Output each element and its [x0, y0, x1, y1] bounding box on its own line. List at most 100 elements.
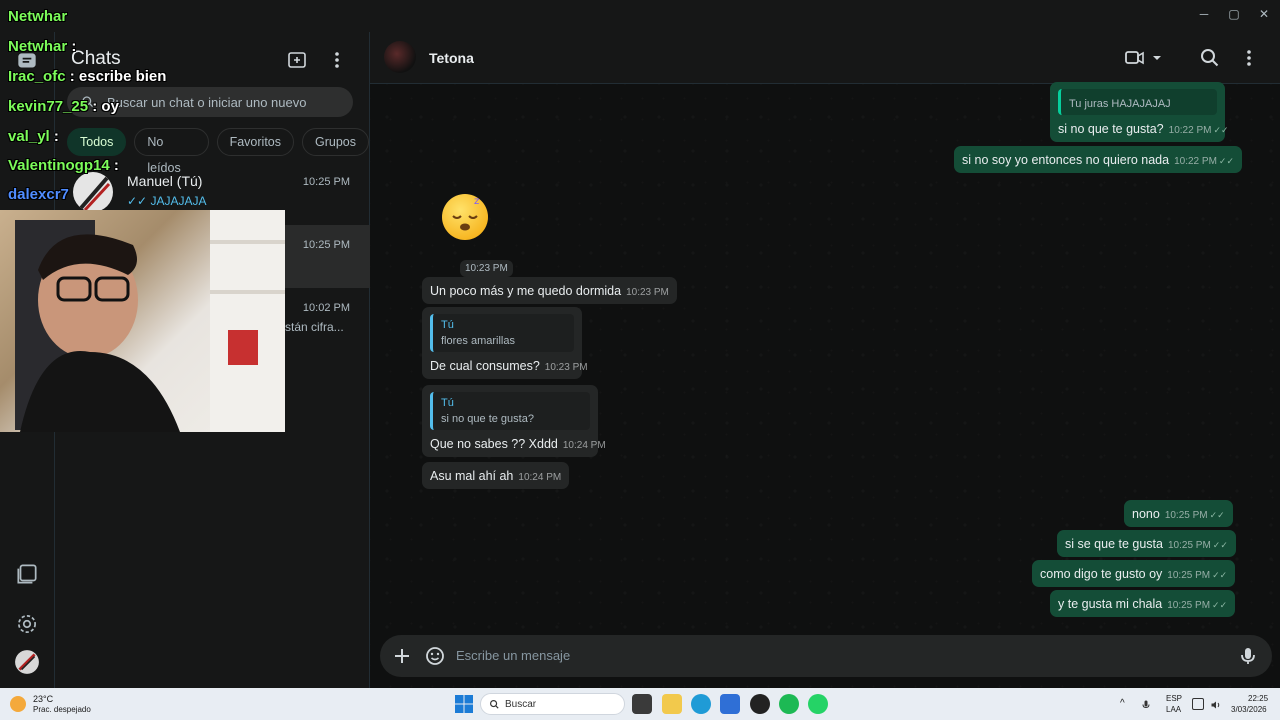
weather-temp[interactable]: 23°C [33, 694, 53, 704]
message-text: Un poco más y me quedo dormida [430, 284, 622, 298]
read-receipt-icon: ✓✓ [1212, 600, 1228, 610]
read-receipt-icon: ✓✓ [1212, 540, 1228, 550]
read-receipt-icon: ✓✓ [1209, 510, 1225, 520]
chat-time: 10:02 PM [302, 302, 350, 314]
filter-todos[interactable]: Todos [67, 128, 127, 156]
message-outgoing[interactable]: como digo te gusto oy 10:25 PM ✓✓ [1032, 560, 1236, 587]
media-icon[interactable] [14, 561, 40, 587]
message-text: nono [1132, 507, 1160, 521]
filter-favoritos[interactable]: Favoritos [216, 128, 294, 156]
close-button[interactable]: ✕ [1252, 4, 1276, 24]
menu-kebab-icon[interactable] [1237, 46, 1261, 70]
input-language[interactable]: ESP [1166, 694, 1182, 703]
message-incoming[interactable]: Un poco más y me quedo dormida 10:23 PM [422, 277, 677, 304]
new-chat-icon[interactable] [285, 48, 309, 72]
quoted-message[interactable]: Tú flores amarillas [430, 314, 574, 352]
message-text: De cual consumes? [430, 359, 540, 373]
message-incoming[interactable]: Asu mal ahí ah 10:24 PM [422, 462, 570, 489]
message-time: 10:25 PM [1167, 570, 1211, 581]
weather-icon[interactable] [10, 696, 26, 712]
search-icon[interactable] [1198, 46, 1222, 70]
taskbar-search-input[interactable]: Buscar [480, 693, 625, 715]
quoted-message[interactable]: Tu juras HAJAJAJAJ [1058, 89, 1217, 115]
filter-grupos[interactable]: Grupos [302, 128, 369, 156]
clock-time[interactable]: 22:25 [1248, 694, 1268, 703]
settings-icon[interactable] [14, 611, 40, 637]
network-icon[interactable] [1192, 698, 1204, 710]
search-icon [490, 700, 499, 709]
attach-plus-icon[interactable] [390, 644, 414, 668]
streamer-webcam [0, 210, 285, 432]
task-view-icon[interactable] [632, 694, 652, 714]
start-icon[interactable] [454, 694, 474, 714]
windows-taskbar: 23°C Prac. despejado Buscar ^ ESP LAA 22… [0, 688, 1280, 720]
message-text: Que no sabes ?? Xddd [430, 437, 558, 451]
read-receipt-icon: ✓✓ [1212, 570, 1228, 580]
message-composer: Escribe un mensaje [380, 635, 1272, 677]
sleeping-face-emoji[interactable]: z [442, 194, 488, 240]
message-incoming[interactable]: Tú flores amarillas De cual consumes? 10:… [422, 307, 588, 379]
message-outgoing[interactable]: Tu juras HAJAJAJAJ si no que te gusta? 10… [1050, 82, 1229, 142]
message-outgoing[interactable]: si se que te gusta 10:25 PM ✓✓ [1057, 530, 1236, 557]
message-text: como digo te gusto oy [1040, 567, 1163, 581]
stream-chat-line: val_yl : [8, 128, 59, 145]
whatsapp-window: ─ ▢ ✕ Chats Buscar un chat o iniciar uno… [0, 0, 1280, 688]
chats-title: Chats [71, 48, 121, 69]
show-hidden-icons[interactable]: ^ [1120, 698, 1125, 709]
minimize-button[interactable]: ─ [1192, 4, 1216, 24]
message-text: y te gusta mi chala [1058, 597, 1163, 611]
message-text: si no que te gusta? [1058, 122, 1164, 136]
stream-chat-line: Valentinogp14 : [8, 157, 119, 174]
chat-preview: stán cifra... [285, 320, 344, 334]
quote-text: flores amarillas [441, 335, 515, 347]
quote-author: Tú [441, 397, 454, 409]
conversation-panel: Tetona Tu juras HAJAJAJAJ si no que te g… [370, 32, 1280, 688]
maximize-button[interactable]: ▢ [1222, 4, 1246, 24]
message-time: 10:23 PM [544, 362, 588, 373]
message-time: 10:23 PM [626, 287, 669, 298]
volume-icon[interactable] [1210, 698, 1222, 710]
message-time: 10:25 PM [1167, 600, 1211, 611]
message-time: 10:22 PM [1174, 156, 1217, 167]
stream-chat-line: Netwhar : [8, 38, 77, 55]
chat-time: 10:25 PM [302, 239, 350, 251]
message-text: Asu mal ahí ah [430, 469, 514, 483]
chat-time: 10:25 PM [302, 176, 350, 188]
file-explorer-icon[interactable] [662, 694, 682, 714]
app-icon[interactable] [750, 694, 770, 714]
taskbar-search-placeholder: Buscar [505, 699, 537, 710]
message-time: 10:24 PM [562, 440, 606, 451]
message-outgoing[interactable]: si no soy yo entonces no quiero nada 10:2… [954, 146, 1242, 173]
message-outgoing[interactable]: nono 10:25 PM ✓✓ [1124, 500, 1233, 527]
quote-author: Tú [441, 319, 454, 331]
whatsapp-icon[interactable] [808, 694, 828, 714]
sticker-icon[interactable] [423, 644, 447, 668]
read-receipt-icon: ✓✓ [1218, 156, 1234, 166]
video-call-icon[interactable] [1122, 46, 1162, 70]
microphone-icon[interactable] [1236, 644, 1260, 668]
message-time: 10:25 PM [1164, 510, 1208, 521]
message-outgoing[interactable]: y te gusta mi chala 10:25 PM ✓✓ [1050, 590, 1236, 617]
message-input[interactable]: Escribe un mensaje [456, 648, 570, 663]
quote-text: Tu juras HAJAJAJAJ [1069, 98, 1171, 110]
message-incoming[interactable]: Tú si no que te gusta? Que no sabes ?? X… [422, 385, 606, 457]
menu-kebab-icon[interactable] [325, 48, 349, 72]
chat-preview: ✓✓ JAJAJAJA [127, 194, 207, 208]
message-time: 10:24 PM [518, 472, 562, 483]
microphone-icon[interactable] [1140, 698, 1152, 710]
spotify-icon[interactable] [779, 694, 799, 714]
stream-chat-line: Netwhar [8, 8, 68, 25]
keyboard-layout: LAA [1166, 705, 1182, 714]
contact-avatar[interactable] [384, 41, 416, 73]
title-bar: ─ ▢ ✕ [0, 0, 1280, 32]
edge-icon[interactable] [691, 694, 711, 714]
store-icon[interactable] [720, 694, 740, 714]
filter-no-leidos[interactable]: No leídos [134, 128, 209, 175]
quote-text: si no que te gusta? [441, 413, 534, 425]
contact-name[interactable]: Tetona [429, 50, 474, 66]
message-time: 10:25 PM [1167, 540, 1211, 551]
clock-date[interactable]: 3/03/2026 [1231, 705, 1267, 714]
svg-text:z: z [474, 196, 479, 207]
profile-avatar-icon[interactable] [14, 649, 40, 675]
quoted-message[interactable]: Tú si no que te gusta? [430, 392, 590, 430]
